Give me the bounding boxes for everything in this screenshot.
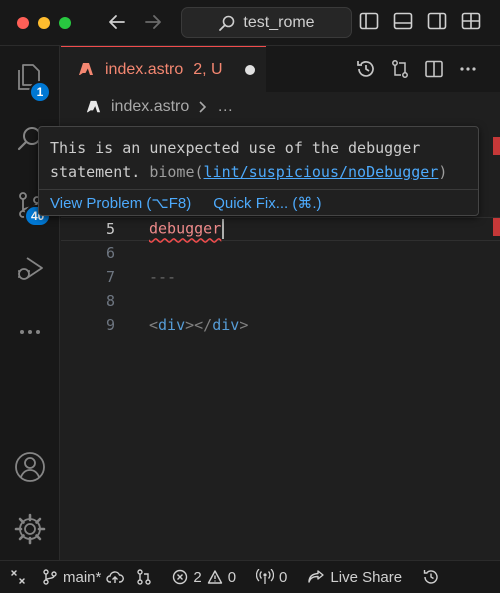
accounts-icon[interactable]	[0, 441, 60, 493]
pull-request-icon	[136, 568, 152, 586]
branch-name: main*	[63, 568, 102, 586]
rule-link[interactable]: lint/suspicious/noDebugger	[204, 163, 439, 181]
error-count: 2	[193, 568, 202, 586]
tab-label: index.astro	[105, 60, 184, 78]
live-share-button[interactable]: Live Share	[293, 561, 408, 593]
diagnostic-text-line1: This is an unexpected use of the debugge…	[50, 139, 421, 157]
status-bar: main* 2 0 0 Live Share	[0, 560, 500, 593]
line-number: 5	[105, 220, 115, 238]
close-tag-name: div	[212, 316, 240, 334]
code-line[interactable]: 5 debugger	[61, 217, 500, 241]
remote-icon	[10, 569, 26, 585]
explorer-icon[interactable]: 1	[0, 51, 60, 103]
overview-ruler-error-marker	[493, 137, 500, 155]
explorer-badge: 1	[29, 81, 51, 103]
open-changes-icon[interactable]	[388, 57, 412, 81]
more-views-icon[interactable]	[0, 306, 60, 358]
unsaved-dot-icon[interactable]	[244, 64, 255, 75]
diagnostic-text-line2: statement.	[50, 163, 141, 181]
history-icon	[422, 568, 440, 586]
line-number: 8	[105, 292, 115, 310]
chevron-right-icon	[198, 100, 208, 114]
hover-actions: View Problem (⌥F8) Quick Fix... (⌘.)	[39, 189, 478, 216]
close-window-button[interactable]	[17, 17, 29, 29]
diagnostic-message: This is an unexpected use of the debugge…	[50, 136, 468, 184]
breadcrumb-symbol[interactable]: …	[217, 98, 233, 116]
warning-count: 0	[227, 568, 237, 586]
ports-indicator[interactable]: 0	[242, 561, 293, 593]
git-branch-icon	[42, 568, 58, 586]
tab-problem-status: 2, U	[193, 60, 223, 78]
problems-indicator[interactable]: 2 0	[158, 561, 242, 593]
timeline-history-icon[interactable]	[354, 57, 378, 81]
manage-gear-icon[interactable]	[0, 503, 60, 555]
run-debug-icon[interactable]	[0, 242, 60, 294]
diagnostic-source-close: )	[438, 163, 448, 181]
broadcast-icon	[256, 569, 275, 585]
quick-fix-link[interactable]: Quick Fix... (⌘.)	[213, 194, 321, 212]
code-line[interactable]: 9 <div></div>	[61, 313, 500, 337]
back-arrow-icon[interactable]	[104, 9, 130, 35]
live-share-label: Live Share	[330, 568, 403, 586]
debugger-statement[interactable]: debugger	[149, 220, 221, 238]
warning-icon	[207, 569, 223, 585]
cloud-upload-icon	[106, 569, 125, 585]
breadcrumb: index.astro …	[61, 92, 500, 122]
split-editor-icon[interactable]	[422, 57, 446, 81]
search-icon	[218, 14, 236, 32]
toggle-primary-sidebar-icon[interactable]	[358, 10, 382, 34]
text-cursor	[222, 219, 225, 239]
live-share-icon	[307, 569, 325, 585]
toggle-secondary-sidebar-icon[interactable]	[426, 10, 450, 34]
line-number: 7	[105, 268, 115, 286]
maximize-window-button[interactable]	[59, 17, 71, 29]
branch-indicator[interactable]: main*	[36, 561, 130, 593]
code-line[interactable]: 7 ---	[61, 265, 500, 289]
forward-arrow-icon[interactable]	[140, 9, 166, 35]
title-bar: test_rome	[0, 0, 500, 46]
code-line[interactable]: 6	[61, 241, 500, 265]
ports-count: 0	[279, 568, 288, 586]
frontmatter-fence: ---	[149, 268, 177, 286]
more-actions-icon[interactable]	[456, 57, 480, 81]
line-number: 9	[105, 316, 115, 334]
activity-bar: 1 40	[0, 46, 60, 560]
html-element: <div></div>	[149, 316, 249, 334]
error-icon	[172, 569, 188, 585]
command-center-search[interactable]: test_rome	[181, 7, 352, 38]
view-problem-link[interactable]: View Problem (⌥F8)	[50, 194, 191, 212]
tab-index-astro[interactable]: index.astro 2, U	[61, 46, 266, 92]
editor-tab-bar: index.astro 2, U	[61, 46, 500, 92]
remote-indicator[interactable]	[0, 561, 36, 593]
history-indicator[interactable]	[408, 561, 446, 593]
astro-file-icon	[77, 61, 95, 79]
open-tag-name: div	[158, 316, 186, 334]
diagnostic-source: biome(	[149, 163, 204, 181]
minimize-window-button[interactable]	[38, 17, 50, 29]
breadcrumb-file[interactable]: index.astro	[111, 98, 189, 116]
line-number: 6	[105, 244, 115, 262]
workspace-name: test_rome	[243, 13, 315, 31]
customize-layout-icon[interactable]	[460, 10, 484, 34]
pull-request-indicator[interactable]	[130, 561, 158, 593]
diagnostic-hover: This is an unexpected use of the debugge…	[38, 126, 479, 216]
toggle-panel-icon[interactable]	[392, 10, 416, 34]
code-line[interactable]: 8	[61, 289, 500, 313]
astro-file-icon	[85, 99, 102, 116]
